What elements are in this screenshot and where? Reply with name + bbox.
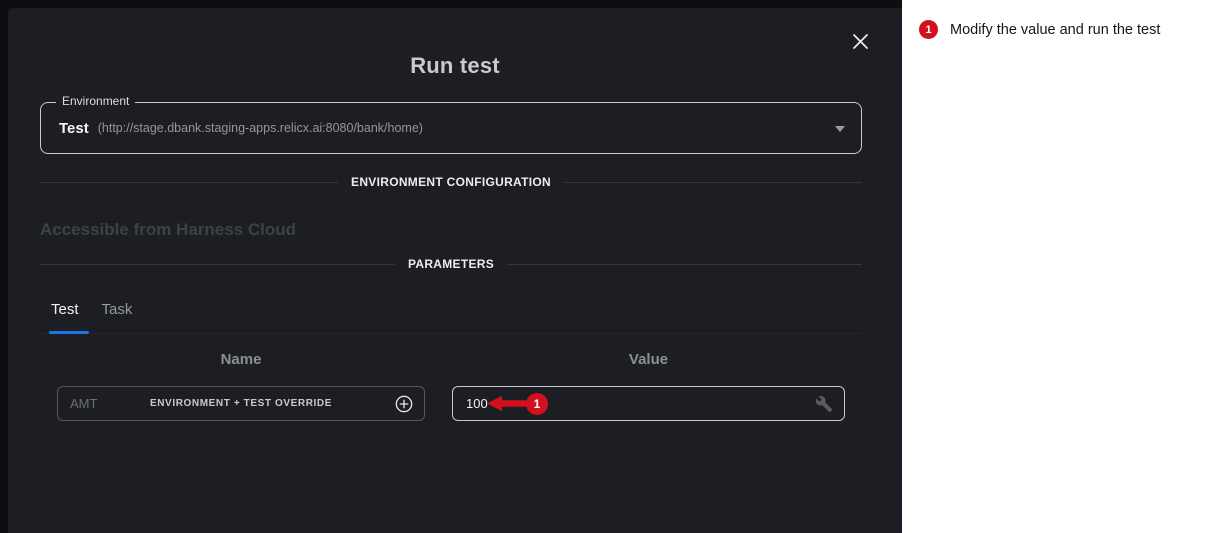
page-title: Run test	[8, 53, 902, 79]
close-icon	[852, 33, 869, 50]
parameters-divider: PARAMETERS	[40, 256, 862, 272]
step-number-badge: 1	[919, 20, 938, 39]
annotation-panel: 1 Modify the value and run the test	[902, 0, 1222, 533]
environment-select[interactable]: Environment Test (http://stage.dbank.sta…	[40, 102, 862, 154]
tab-baseline	[40, 333, 862, 334]
parameter-name-input[interactable]	[58, 387, 424, 420]
column-header-name: Name	[57, 351, 425, 368]
parameters-label: PARAMETERS	[395, 257, 507, 271]
wrench-icon[interactable]	[815, 395, 833, 413]
divider-line	[564, 182, 862, 183]
parameter-tabs: Test Task	[51, 301, 132, 318]
accessible-note: Accessible from Harness Cloud	[40, 220, 296, 240]
parameter-value-field: 1	[452, 386, 845, 421]
step-text: Modify the value and run the test	[950, 22, 1160, 39]
environment-selected-option: Test (http://stage.dbank.staging-apps.re…	[59, 103, 423, 153]
divider-line	[507, 264, 862, 265]
environment-configuration-label: ENVIRONMENT CONFIGURATION	[338, 175, 564, 189]
divider-line	[40, 264, 395, 265]
parameter-name-field: ENVIRONMENT + TEST OVERRIDE	[57, 386, 425, 421]
tab-test[interactable]: Test	[51, 301, 79, 318]
active-tab-underline	[49, 331, 89, 334]
chevron-down-icon	[835, 126, 845, 132]
environment-configuration-divider: ENVIRONMENT CONFIGURATION	[40, 174, 862, 190]
parameter-value-input[interactable]	[453, 387, 844, 420]
plus-circle-icon[interactable]	[394, 394, 414, 414]
screenshot-root: Run test Environment Test (http://stage.…	[0, 0, 1222, 533]
divider-line	[40, 182, 338, 183]
column-header-value: Value	[452, 351, 845, 368]
app-backdrop: Run test Environment Test (http://stage.…	[0, 0, 902, 533]
tab-task[interactable]: Task	[102, 301, 133, 318]
environment-url: (http://stage.dbank.staging-apps.relicx.…	[98, 121, 423, 135]
environment-name: Test	[59, 120, 89, 137]
run-test-modal: Run test Environment Test (http://stage.…	[8, 8, 902, 533]
